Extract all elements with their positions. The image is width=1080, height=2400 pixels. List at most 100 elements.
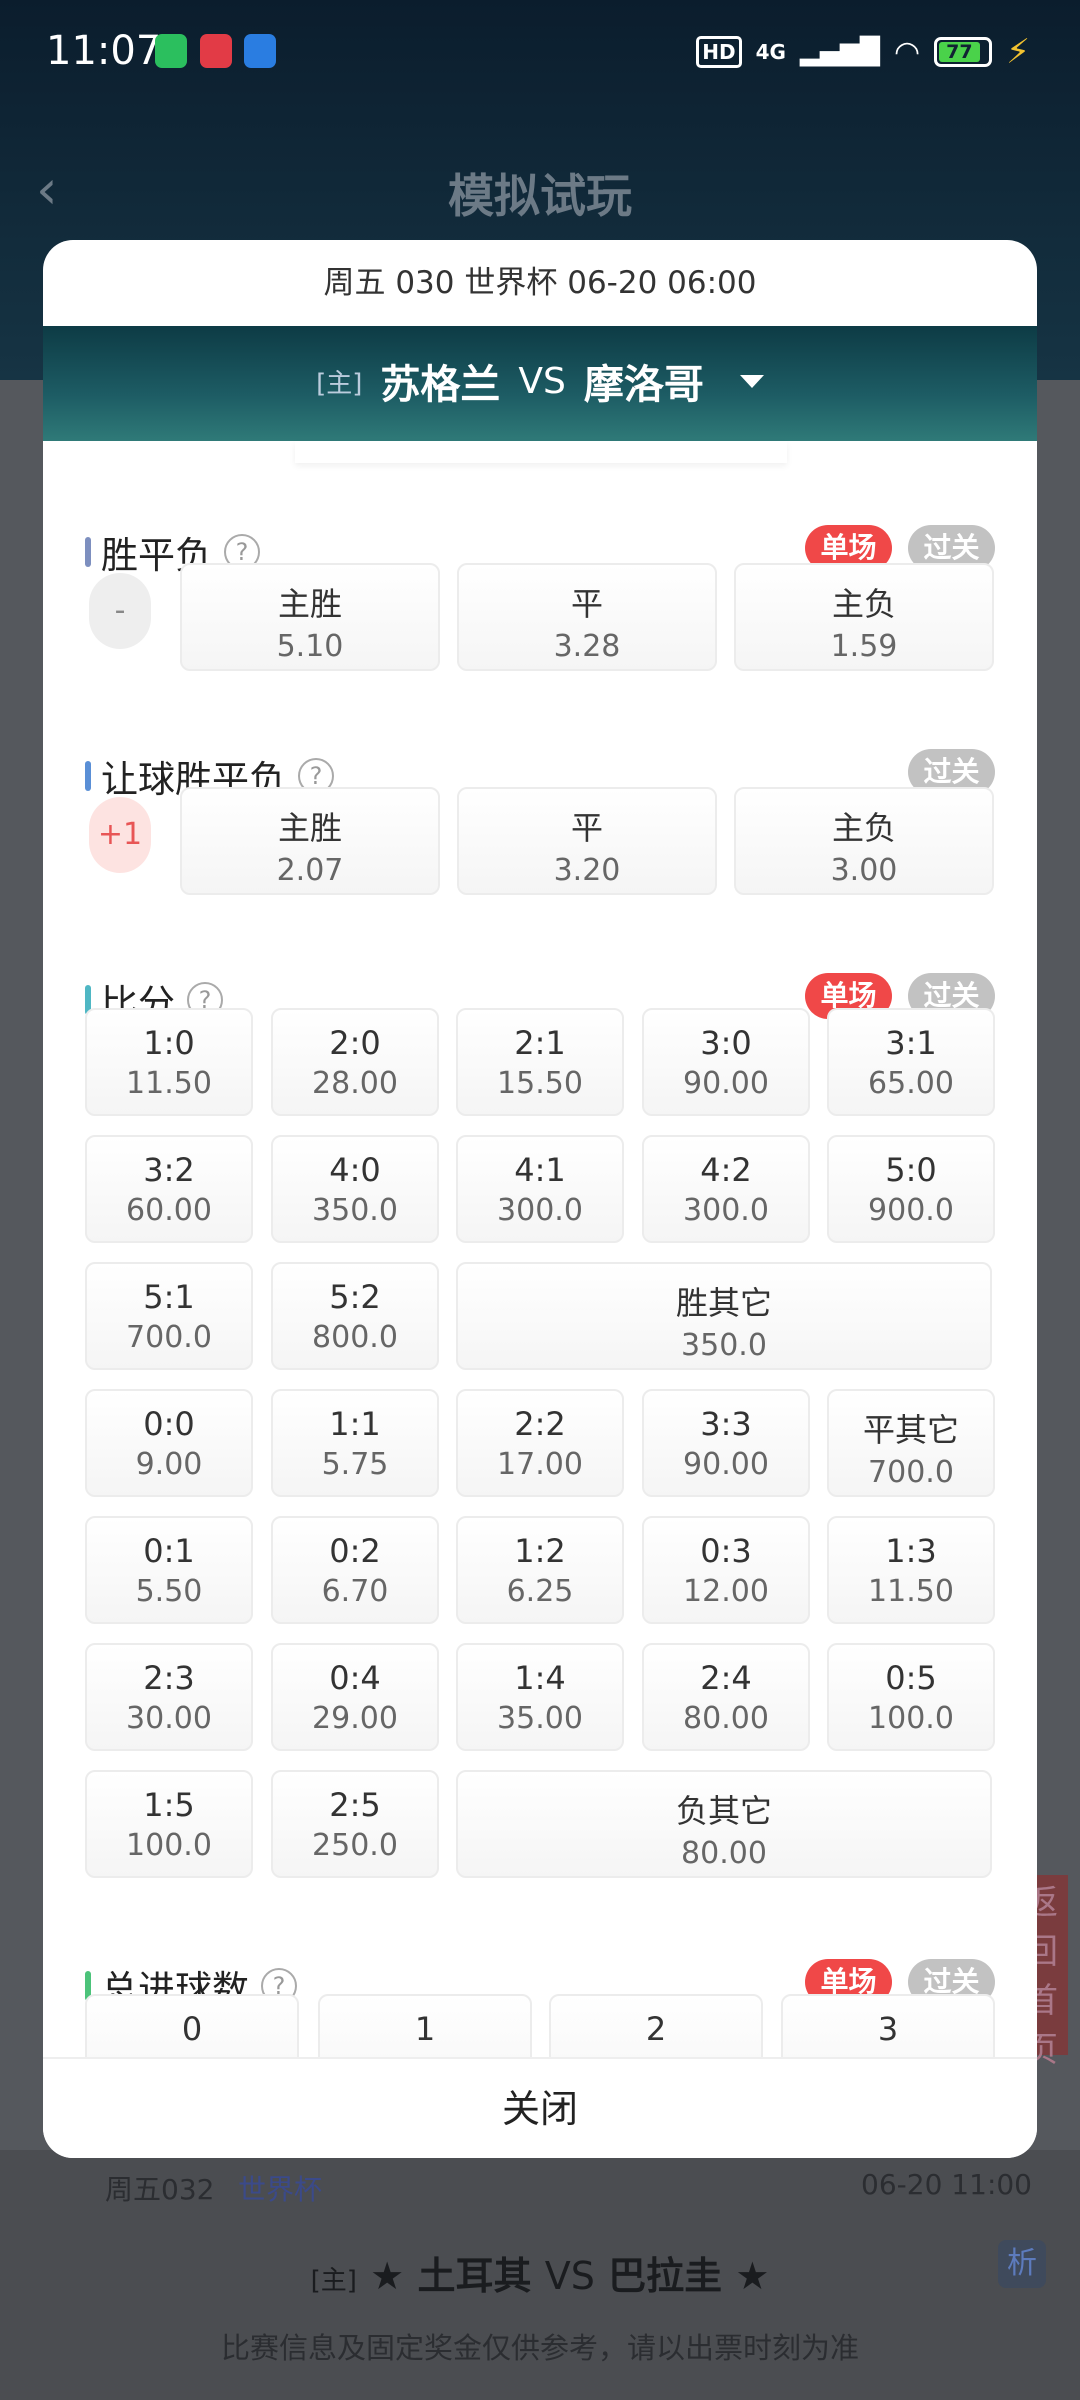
score-option[interactable]: 2:4 80.00: [642, 1643, 810, 1751]
next-away-team: 巴拉圭: [608, 2254, 723, 2298]
option-odds: 2.07: [276, 853, 344, 888]
option-label: 3:2: [143, 1151, 195, 1189]
handicap-badge: +1: [89, 797, 151, 873]
option-odds: 17.00: [497, 1447, 583, 1482]
option-odds: 29.00: [312, 1701, 398, 1736]
option-label: 1: [414, 2010, 436, 2048]
rqspf-option[interactable]: 平 3.20: [457, 787, 717, 895]
score-option[interactable]: 3:1 65.00: [827, 1008, 995, 1116]
score-option[interactable]: 4:2 300.0: [642, 1135, 810, 1243]
star-icon[interactable]: ★: [735, 2254, 769, 2298]
score-option[interactable]: 0:2 6.70: [271, 1516, 439, 1624]
score-option[interactable]: 2:5 250.0: [271, 1770, 439, 1878]
option-label: 0:1: [143, 1532, 195, 1570]
score-option[interactable]: 5:0 900.0: [827, 1135, 995, 1243]
option-odds: 3.20: [553, 853, 621, 888]
close-button[interactable]: 关闭: [43, 2057, 1037, 2158]
option-label: 0:0: [143, 1405, 195, 1443]
score-option[interactable]: 4:0 350.0: [271, 1135, 439, 1243]
score-option[interactable]: 3:2 60.00: [85, 1135, 253, 1243]
option-odds: 6.25: [506, 1574, 574, 1609]
option-odds: 65.00: [868, 1066, 954, 1101]
notice-text: 比赛信息及固定奖金仅供参考，请以出票时刻为准: [220, 2331, 859, 2365]
score-option[interactable]: 0:5 100.0: [827, 1643, 995, 1751]
option-odds: 35.00: [497, 1701, 583, 1736]
rqspf-option[interactable]: 主负 3.00: [734, 787, 994, 895]
banner-dropdown-shadow: [295, 441, 787, 463]
option-label: 1:2: [514, 1532, 566, 1570]
next-match-teams: [主] ★ 土耳其 VS 巴拉圭 ★: [0, 2245, 1080, 2300]
option-label: 2:2: [514, 1405, 566, 1443]
score-option[interactable]: 1:5 100.0: [85, 1770, 253, 1878]
score-option[interactable]: 5:2 800.0: [271, 1262, 439, 1370]
score-option[interactable]: 0:3 12.00: [642, 1516, 810, 1624]
score-option[interactable]: 5:1 700.0: [85, 1262, 253, 1370]
option-odds: 80.00: [681, 1836, 767, 1871]
star-icon[interactable]: ★: [370, 2254, 404, 2298]
match-info-header: 周五 030 世界杯 06-20 06:00: [323, 265, 757, 301]
score-option[interactable]: 4:1 300.0: [456, 1135, 624, 1243]
score-option[interactable]: 0:1 5.50: [85, 1516, 253, 1624]
spf-option[interactable]: 平 3.28: [457, 563, 717, 671]
score-option[interactable]: 3:3 90.00: [642, 1389, 810, 1497]
option-label: 1:5: [143, 1786, 195, 1824]
score-option[interactable]: 胜其它 350.0: [456, 1262, 992, 1370]
score-option[interactable]: 负其它 80.00: [456, 1770, 992, 1878]
option-label: 平其它: [862, 1411, 959, 1449]
status-time: 11:07: [46, 28, 162, 74]
score-option[interactable]: 2:3 30.00: [85, 1643, 253, 1751]
score-option[interactable]: 平其它 700.0: [827, 1389, 995, 1497]
next-match-code: 周五032: [105, 2173, 215, 2206]
option-odds: 350.0: [681, 1328, 767, 1363]
match-banner[interactable]: [主] 苏格兰 VS 摩洛哥: [43, 326, 1037, 441]
app-icon: [200, 34, 232, 68]
option-label: 0:4: [329, 1659, 381, 1697]
score-option[interactable]: 1:2 6.25: [456, 1516, 624, 1624]
option-odds: 100.0: [868, 1701, 954, 1736]
option-label: 0:3: [700, 1532, 752, 1570]
option-odds: 800.0: [312, 1320, 398, 1355]
chevron-down-icon[interactable]: [739, 374, 764, 388]
option-label: 1:1: [329, 1405, 381, 1443]
score-option[interactable]: 2:2 17.00: [456, 1389, 624, 1497]
next-home-team: 土耳其: [417, 2254, 532, 2298]
option-odds: 5.75: [321, 1447, 389, 1482]
total-goals-option[interactable]: 1: [318, 1994, 532, 2057]
option-label: 5:2: [329, 1278, 381, 1316]
score-option[interactable]: 2:1 15.50: [456, 1008, 624, 1116]
battery-icon: 77: [934, 37, 993, 67]
option-label: 0: [181, 2010, 203, 2048]
score-option[interactable]: 3:0 90.00: [642, 1008, 810, 1116]
next-match-time: 06-20 11:00: [861, 2168, 1032, 2201]
score-option[interactable]: 1:1 5.75: [271, 1389, 439, 1497]
status-bar: 11:07 HD 4G ▂▄▆█ ◠ 77 ⚡: [0, 0, 1080, 100]
signal-icon: ▂▄▆█: [799, 37, 880, 67]
option-odds: 300.0: [497, 1193, 583, 1228]
next-match-league: 世界杯: [238, 2173, 323, 2206]
score-option[interactable]: 0:0 9.00: [85, 1389, 253, 1497]
option-odds: 11.50: [868, 1574, 954, 1609]
option-label: 主负: [831, 585, 896, 623]
option-odds: 250.0: [312, 1828, 398, 1863]
options-scroll-area[interactable]: 胜平负 ? 单场 过关 - 让球胜平负 ? 过关 +1 比分 ? 单场 过关 总…: [43, 441, 1037, 2057]
battery-level: 77: [939, 42, 980, 62]
total-goals-option[interactable]: 3: [781, 1994, 995, 2057]
rqspf-option[interactable]: 主胜 2.07: [180, 787, 440, 895]
option-label: 1:3: [885, 1532, 937, 1570]
score-option[interactable]: 1:3 11.50: [827, 1516, 995, 1624]
option-odds: 28.00: [312, 1066, 398, 1101]
spf-option[interactable]: 主胜 5.10: [180, 563, 440, 671]
option-odds: 350.0: [312, 1193, 398, 1228]
network-icon: 4G: [755, 40, 786, 64]
spf-option[interactable]: 主负 1.59: [734, 563, 994, 671]
score-option[interactable]: 1:0 11.50: [85, 1008, 253, 1116]
total-goals-option[interactable]: 2: [549, 1994, 763, 2057]
option-label: 1:0: [143, 1024, 195, 1062]
score-option[interactable]: 2:0 28.00: [271, 1008, 439, 1116]
score-option[interactable]: 0:4 29.00: [271, 1643, 439, 1751]
analysis-button[interactable]: 析: [998, 2240, 1046, 2288]
total-goals-option[interactable]: 0: [85, 1994, 299, 2057]
option-label: 2:4: [700, 1659, 752, 1697]
option-label: 负其它: [675, 1792, 772, 1830]
score-option[interactable]: 1:4 35.00: [456, 1643, 624, 1751]
